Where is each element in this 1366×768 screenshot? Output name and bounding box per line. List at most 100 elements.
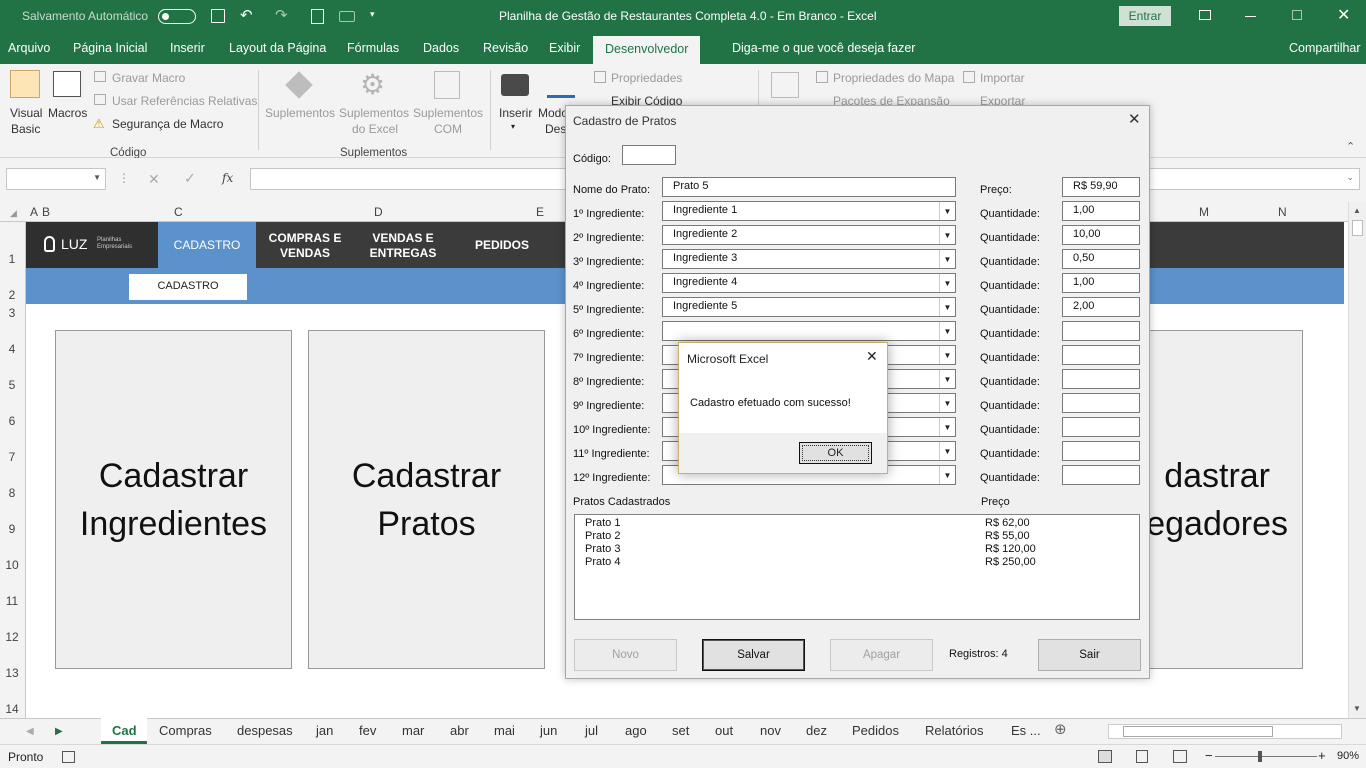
save-button[interactable]: Salvar	[702, 639, 805, 671]
quantity-input[interactable]: 10,00	[1062, 225, 1140, 245]
expand-formula-icon[interactable]: ⌄	[1346, 172, 1354, 183]
row-header[interactable]: 14	[0, 702, 24, 716]
combo-dropdown-icon[interactable]: ▼	[939, 418, 955, 436]
vertical-scrollbar[interactable]: ▲ ▼	[1348, 202, 1366, 718]
sheet-tab[interactable]: Compras	[159, 723, 212, 738]
macro-record-status-icon[interactable]	[62, 751, 75, 763]
combo-dropdown-icon[interactable]: ▼	[939, 466, 955, 484]
quantity-input[interactable]	[1062, 321, 1140, 341]
tell-me-search[interactable]: Diga-me o que você deseja fazer	[732, 41, 915, 55]
ingredient-combo[interactable]: Ingrediente 5 ▼	[662, 297, 956, 317]
qat-customize-icon[interactable]: ▾	[370, 9, 375, 20]
select-all-corner[interactable]: ◢	[10, 208, 17, 219]
tab-inserir[interactable]: Inserir	[170, 41, 205, 55]
sheet-tab[interactable]: out	[715, 723, 733, 738]
list-item-name[interactable]: Prato 3	[585, 543, 620, 555]
zoom-slider-thumb[interactable]	[1258, 751, 1262, 762]
sheet-tab[interactable]: mar	[402, 723, 424, 738]
column-header[interactable]: C	[174, 205, 183, 219]
prev-sheet-icon[interactable]: ◀	[26, 726, 34, 737]
column-header[interactable]: B	[42, 205, 50, 219]
autosave-toggle[interactable]	[158, 9, 196, 24]
undo-icon[interactable]: ↶	[240, 6, 253, 24]
quantity-input[interactable]: 1,00	[1062, 273, 1140, 293]
quantity-input[interactable]	[1062, 345, 1140, 365]
sheet-tab[interactable]: set	[672, 723, 689, 738]
page-layout-view-icon[interactable]	[1136, 750, 1148, 763]
row-header[interactable]: 8	[0, 486, 24, 500]
row-header[interactable]: 1	[0, 252, 24, 266]
combo-dropdown-icon[interactable]: ▼	[939, 202, 955, 220]
tab-pagina-inicial[interactable]: Página Inicial	[73, 41, 147, 55]
com-addins-button[interactable]: Suplementos	[413, 106, 483, 120]
cancel-entry-icon[interactable]: ✕	[148, 171, 160, 188]
sheet-tab[interactable]: Es ...	[1011, 723, 1041, 738]
row-header[interactable]: 7	[0, 450, 24, 464]
card-cadastrar-entregadores[interactable]: dastrar egadores	[1146, 330, 1303, 669]
next-sheet-icon[interactable]: ▶	[55, 726, 63, 737]
quantity-input[interactable]	[1062, 465, 1140, 485]
zoom-in-icon[interactable]: +	[1318, 748, 1326, 763]
combo-dropdown-icon[interactable]: ▼	[939, 346, 955, 364]
column-header[interactable]: N	[1278, 205, 1287, 219]
ingredient-combo[interactable]: Ingrediente 2 ▼	[662, 225, 956, 245]
card-cadastrar-ingredientes[interactable]: Cadastrar Ingredientes	[55, 330, 292, 669]
sheet-tab[interactable]: jul	[585, 723, 598, 738]
sheet-tab[interactable]: ago	[625, 723, 647, 738]
list-item-name[interactable]: Prato 2	[585, 530, 620, 542]
nav-cadastro[interactable]: CADASTRO	[158, 222, 256, 268]
scroll-down-icon[interactable]: ▼	[1353, 704, 1361, 713]
name-box-dropdown-icon[interactable]: ▼	[93, 173, 101, 182]
delete-button[interactable]: Apagar	[830, 639, 933, 671]
scroll-thumb[interactable]	[1352, 220, 1363, 236]
tab-formulas[interactable]: Fórmulas	[347, 41, 399, 55]
zoom-slider[interactable]	[1215, 756, 1317, 757]
record-macro-button[interactable]: Gravar Macro	[112, 71, 185, 85]
combo-dropdown-icon[interactable]: ▼	[939, 298, 955, 316]
macros-button[interactable]: Macros	[48, 106, 87, 120]
dish-name-input[interactable]: Prato 5	[662, 177, 956, 197]
tab-revisao[interactable]: Revisão	[483, 41, 528, 55]
column-header[interactable]: M	[1199, 205, 1209, 219]
minimize-icon[interactable]	[1245, 16, 1256, 17]
row-header[interactable]: 3	[0, 306, 24, 320]
combo-dropdown-icon[interactable]: ▼	[939, 394, 955, 412]
restore-icon[interactable]	[1292, 10, 1302, 20]
combo-dropdown-icon[interactable]: ▼	[939, 250, 955, 268]
row-header[interactable]: 13	[0, 666, 24, 680]
nav-pedidos[interactable]: PEDIDOS	[466, 238, 538, 253]
nav-compras-vendas[interactable]: COMPRAS E VENDAS	[262, 231, 348, 261]
camera-icon[interactable]	[339, 11, 355, 22]
collapse-ribbon-icon[interactable]: ⌃	[1346, 140, 1355, 153]
code-input[interactable]	[622, 145, 676, 165]
list-item-price[interactable]: R$ 55,00	[985, 530, 1030, 542]
insert-control-button[interactable]: Inserir	[499, 106, 532, 120]
ok-button[interactable]: OK	[799, 442, 872, 464]
tab-dados[interactable]: Dados	[423, 41, 459, 55]
horizontal-scrollbar[interactable]	[1108, 724, 1342, 739]
com-addins-button-line2[interactable]: COM	[434, 122, 462, 136]
signin-button[interactable]: Entrar	[1119, 6, 1171, 26]
tab-layout[interactable]: Layout da Página	[229, 41, 326, 55]
combo-dropdown-icon[interactable]: ▼	[939, 274, 955, 292]
ingredient-combo[interactable]: Ingrediente 1 ▼	[662, 201, 956, 221]
name-box[interactable]: ▼	[6, 168, 106, 190]
dishes-listbox[interactable]: Prato 1 R$ 62,00 Prato 2 R$ 55,00 Prato …	[574, 514, 1140, 620]
quantity-input[interactable]: 0,50	[1062, 249, 1140, 269]
properties-button[interactable]: Propriedades	[611, 71, 682, 85]
confirm-entry-icon[interactable]: ✓	[184, 170, 196, 187]
quantity-input[interactable]: 1,00	[1062, 201, 1140, 221]
form-close-icon[interactable]: ✕	[1128, 110, 1141, 128]
nav-vendas-entregas[interactable]: VENDAS E ENTREGAS	[362, 231, 444, 261]
share-button[interactable]: Compartilhar	[1289, 41, 1361, 55]
exit-button[interactable]: Sair	[1038, 639, 1141, 671]
normal-view-icon[interactable]	[1098, 750, 1112, 763]
sheet-tab[interactable]: jun	[540, 723, 557, 738]
list-item-price[interactable]: R$ 250,00	[985, 556, 1036, 568]
ingredient-combo[interactable]: Ingrediente 4 ▼	[662, 273, 956, 293]
list-item-price[interactable]: R$ 120,00	[985, 543, 1036, 555]
column-header[interactable]: E	[536, 205, 544, 219]
sheet-tab[interactable]: despesas	[237, 723, 293, 738]
sheet-tab[interactable]: abr	[450, 723, 469, 738]
price-input[interactable]: R$ 59,90	[1062, 177, 1140, 197]
